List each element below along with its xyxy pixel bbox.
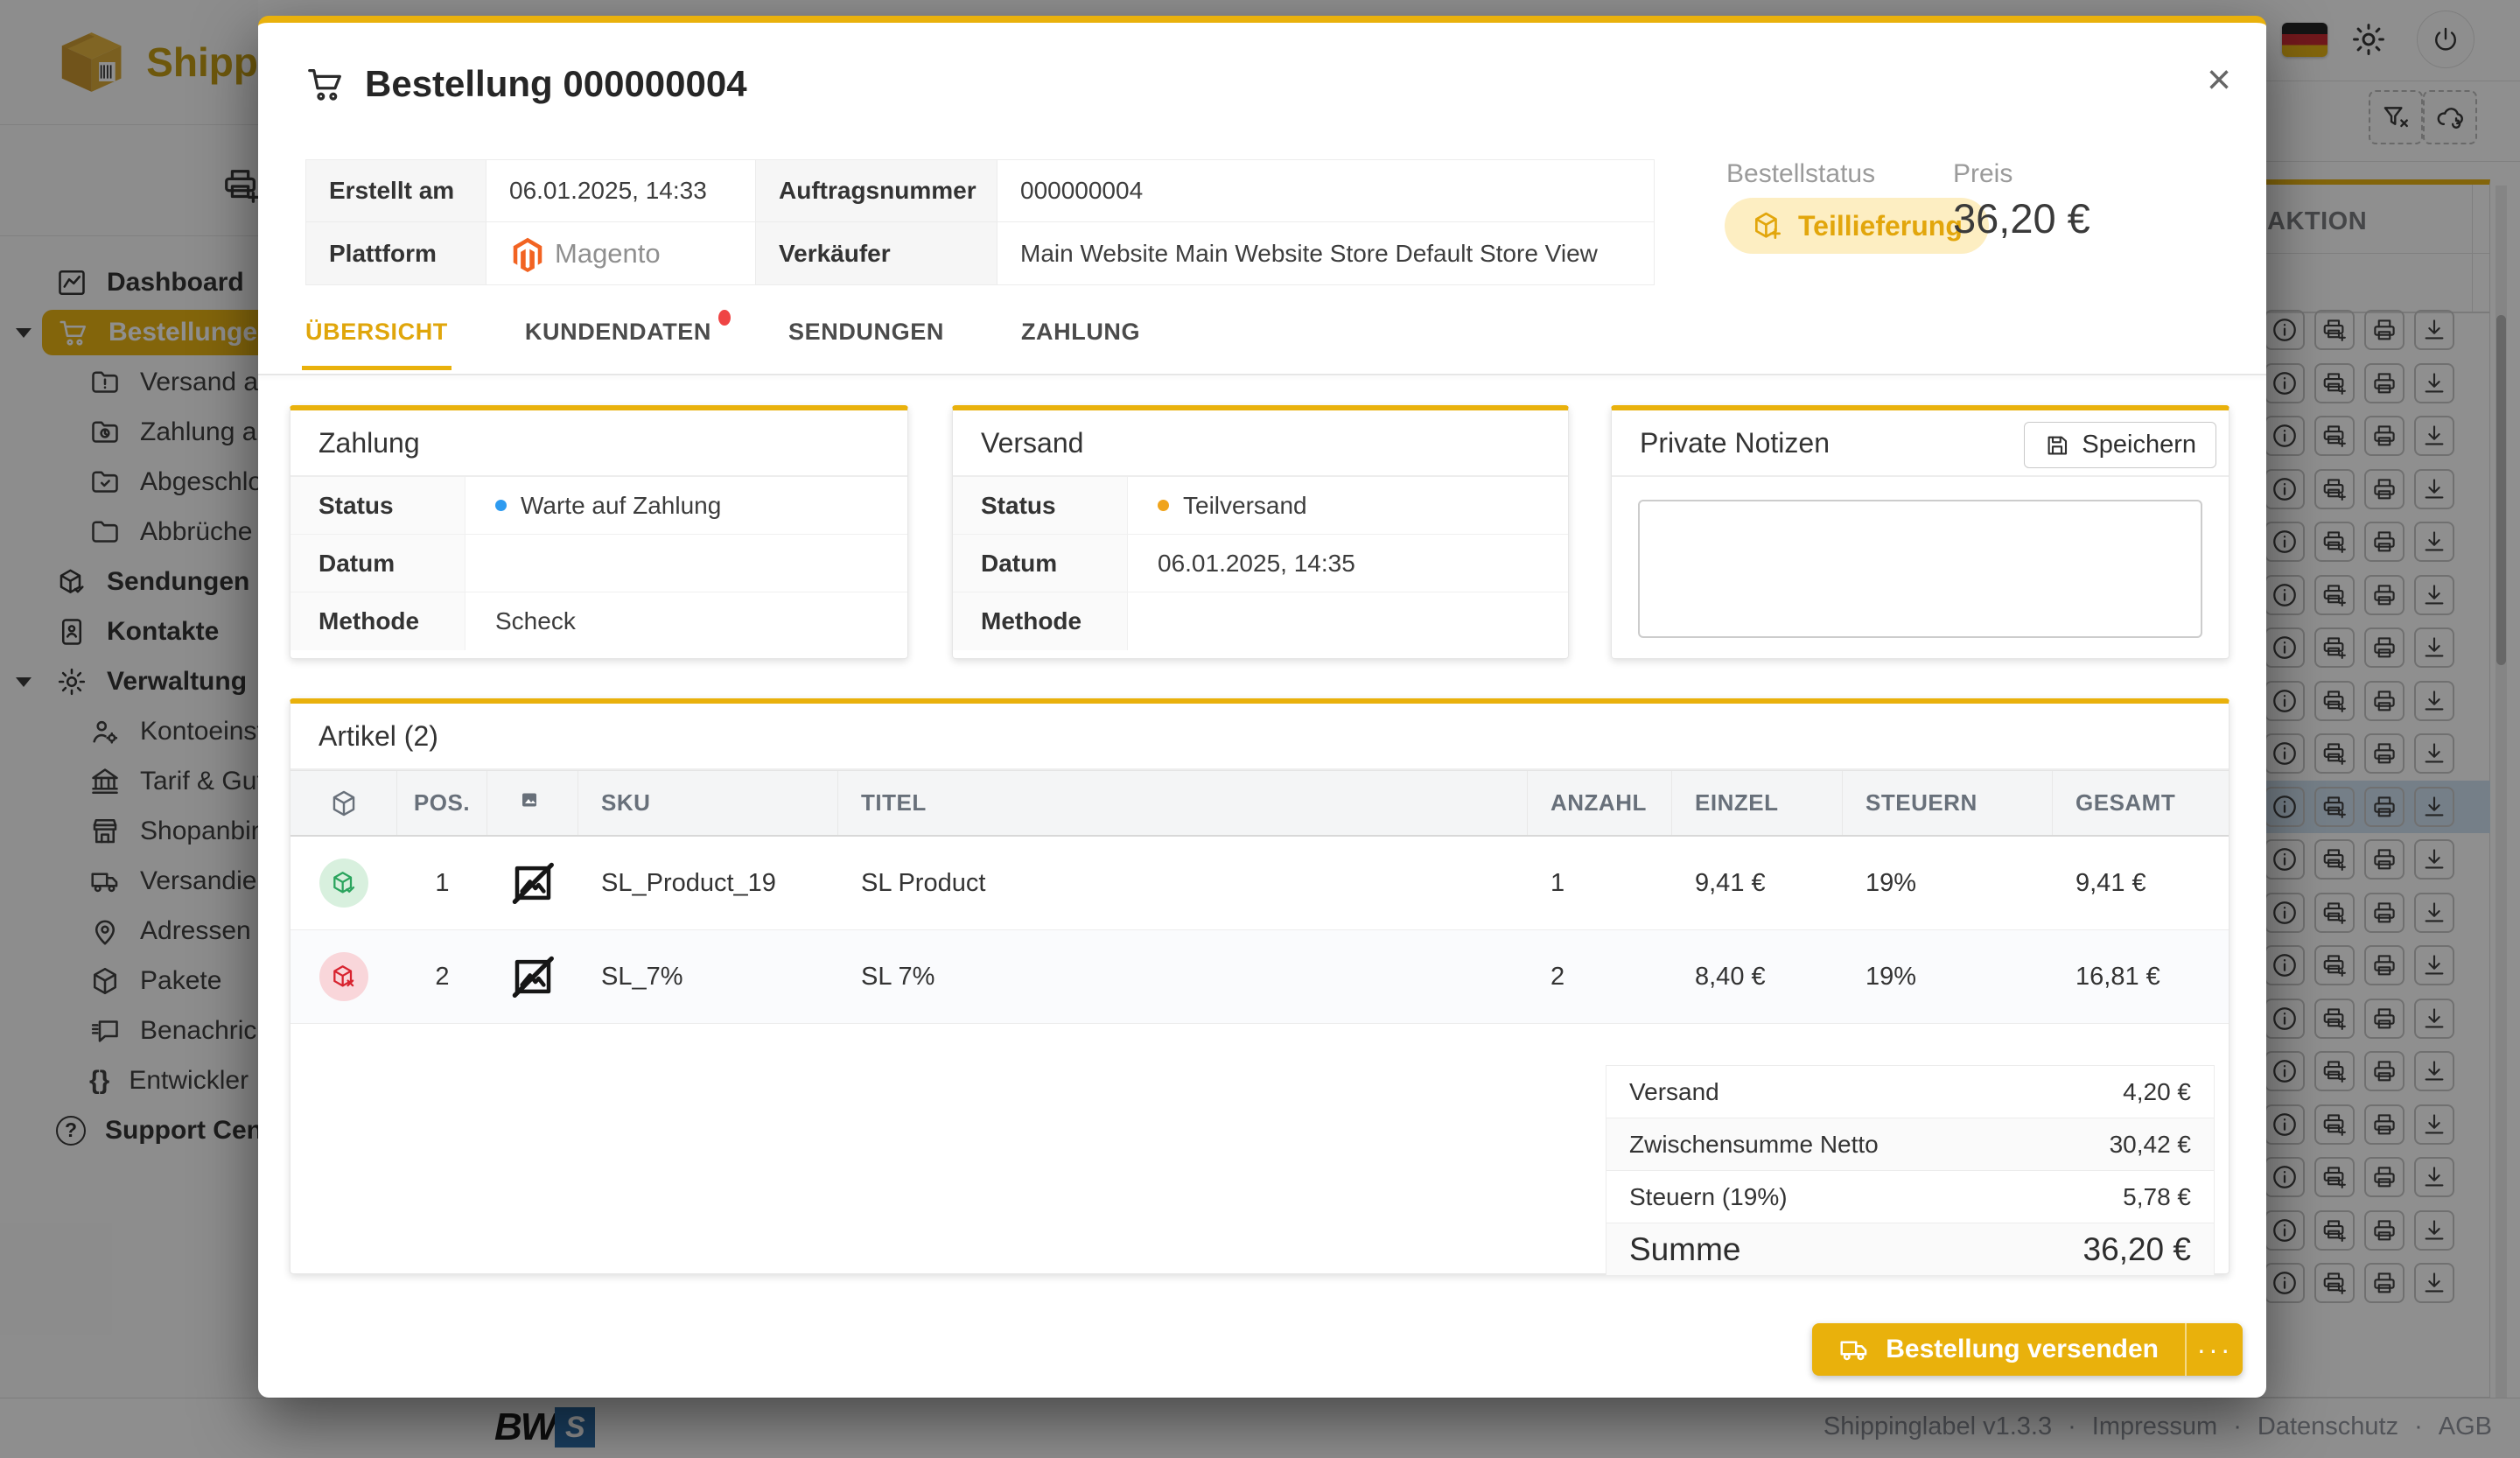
article-unit-price: 8,40 € — [1695, 962, 1766, 991]
notes-textarea[interactable] — [1638, 500, 2202, 638]
col-tax: STEUERN — [1843, 771, 2053, 835]
col-sku: SKU — [578, 771, 838, 835]
send-order-button-group: Bestellung versenden ··· — [1812, 1323, 2243, 1376]
image-off-icon — [487, 837, 578, 929]
order-summary: Versand 4,20 € Zwischensumme Netto 30,42 €… — [1606, 1065, 2215, 1276]
package-check-icon — [319, 859, 368, 908]
seller-value: Main Website Main Website Store Default … — [998, 222, 1654, 284]
package-column-icon — [290, 771, 397, 835]
shipping-status-label: Status — [953, 477, 1128, 534]
save-icon — [2044, 432, 2070, 459]
truck-icon — [1838, 1334, 1870, 1365]
summary-value: 30,42 € — [2109, 1130, 2191, 1158]
col-total: GESAMT — [2076, 789, 2176, 816]
article-unit-price: 9,41 € — [1695, 868, 1766, 897]
status-badge: Teillieferung — [1725, 198, 1989, 254]
payment-card: Zahlung Status Warte auf Zahlung Datum Me… — [290, 405, 908, 659]
shipping-method-label: Methode — [953, 592, 1128, 650]
platform-label: Plattform — [306, 222, 486, 284]
summary-total-label: Summe — [1629, 1230, 1741, 1267]
payment-status-label: Status — [290, 477, 466, 534]
summary-label: Steuern (19%) — [1629, 1182, 1788, 1210]
created-value: 06.01.2025, 14:33 — [486, 160, 756, 222]
article-title: SL 7% — [861, 962, 935, 991]
package-plus-icon — [1751, 209, 1784, 242]
shipping-status-value: Teilversand — [1183, 491, 1307, 519]
col-qty: ANZAHL — [1528, 771, 1672, 835]
modal-title-row: Bestellung 000000004 — [305, 63, 747, 105]
payment-card-title: Zahlung — [290, 410, 907, 477]
summary-total-value: 36,20 € — [2082, 1230, 2191, 1267]
payment-method-value: Scheck — [495, 607, 576, 634]
article-pos: 2 — [435, 962, 450, 991]
shipping-card-title: Versand — [953, 410, 1568, 477]
order-number-label: Auftragsnummer — [756, 160, 998, 222]
payment-method-label: Methode — [290, 592, 466, 650]
summary-value: 4,20 € — [2123, 1077, 2191, 1105]
article-row[interactable]: 1 SL_Product_19 SL Product 1 9,41 € 19% … — [290, 837, 2229, 930]
more-options-button[interactable]: ··· — [2187, 1323, 2243, 1376]
platform-value: Magento — [486, 222, 756, 284]
order-number-value: 000000004 — [998, 160, 1654, 222]
article-qty: 2 — [1550, 962, 1565, 991]
article-title: SL Product — [861, 868, 986, 897]
article-total: 9,41 € — [2076, 868, 2146, 897]
seller-label: Verkäufer — [756, 222, 998, 284]
save-button[interactable]: Speichern — [2024, 422, 2216, 468]
article-row[interactable]: 2 SL_7% SL 7% 2 8,40 € 19% 16,81 € — [290, 930, 2229, 1024]
payment-status-value: Warte auf Zahlung — [521, 491, 722, 519]
article-sku: SL_7% — [601, 962, 683, 991]
article-tax: 19% — [1866, 962, 1917, 991]
cart-icon — [305, 64, 346, 104]
shipping-date-value: 06.01.2025, 14:35 — [1158, 549, 1355, 577]
articles-card: Artikel (2) POS. SKU TITEL ANZAHL EINZEL… — [290, 698, 2230, 1276]
article-sku: SL_Product_19 — [601, 868, 776, 897]
tab-uebersicht[interactable]: ÜBERSICHT — [302, 319, 452, 370]
modal-tabs: ÜBERSICHT KUNDENDATEN SENDUNGEN ZAHLUNG — [302, 310, 1140, 370]
package-x-icon — [319, 952, 368, 1001]
created-label: Erstellt am — [306, 160, 486, 222]
notes-card-title: Private Notizen — [1640, 426, 1830, 459]
order-info-table: Erstellt am 06.01.2025, 14:33 Auftragsnu… — [305, 159, 1655, 285]
shipping-card: Versand Status Teilversand Datum 06.01.202… — [952, 405, 1569, 659]
notification-dot — [718, 310, 732, 326]
price-value: 36,20 € — [1953, 195, 2090, 242]
notes-card: Private Notizen Speichern — [1611, 405, 2230, 659]
magento-logo-icon — [509, 235, 546, 272]
article-tax: 19% — [1866, 868, 1917, 897]
summary-label: Versand — [1629, 1077, 1719, 1105]
article-pos: 1 — [435, 868, 450, 897]
status-dot-blue — [495, 500, 507, 511]
summary-label: Zwischensumme Netto — [1629, 1130, 1879, 1158]
articles-table-header: POS. SKU TITEL ANZAHL EINZEL STEUERN GES… — [290, 770, 2229, 837]
tab-sendungen[interactable]: SENDUNGEN — [788, 319, 944, 368]
close-icon[interactable]: × — [2207, 60, 2231, 102]
articles-card-title: Artikel (2) — [290, 704, 2229, 770]
tab-zahlung[interactable]: ZAHLUNG — [1021, 319, 1140, 368]
screen: AKTION Shipp Dashboard Bestellungen Vers… — [0, 0, 2520, 1458]
page-title: Bestellung 000000004 — [365, 63, 747, 104]
tabs-divider — [258, 374, 2266, 375]
article-qty: 1 — [1550, 868, 1565, 897]
col-title: TITEL — [838, 771, 1528, 835]
shipping-date-label: Datum — [953, 535, 1128, 592]
price-label: Preis — [1953, 159, 2013, 188]
send-order-button[interactable]: Bestellung versenden — [1812, 1323, 2185, 1376]
summary-value: 5,78 € — [2123, 1182, 2191, 1210]
col-pos: POS. — [397, 771, 487, 835]
order-status-label: Bestellstatus — [1726, 159, 1876, 188]
order-detail-modal: × Bestellung 000000004 Erstellt am 06.01… — [258, 16, 2266, 1398]
image-off-icon — [487, 930, 578, 1023]
col-unit: EINZEL — [1672, 771, 1843, 835]
status-dot-orange — [1158, 500, 1169, 511]
image-column-icon — [487, 771, 578, 835]
tab-kundendaten[interactable]: KUNDENDATEN — [525, 310, 732, 368]
article-total: 16,81 € — [2076, 962, 2160, 991]
payment-date-label: Datum — [290, 535, 466, 592]
